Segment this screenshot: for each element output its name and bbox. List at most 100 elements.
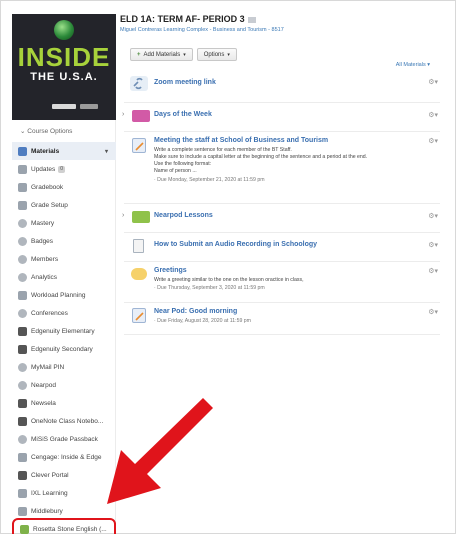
gear-icon[interactable]: ⚙▾	[428, 137, 438, 145]
sidebar-item-label: OneNote Class Notebo...	[31, 417, 104, 425]
assignment-icon	[132, 138, 146, 153]
sidebar-item-label: Members	[31, 255, 59, 263]
gear-icon[interactable]: ⚙▾	[428, 267, 438, 275]
chevron-right-icon[interactable]: ›	[122, 111, 124, 118]
list-item[interactable]: Near Pod: Good morning · Due Friday, Aug…	[120, 303, 444, 333]
due-date: · Due Monday, September 21, 2020 at 11:5…	[154, 177, 265, 183]
sidebar-item-conferences[interactable]: Conferences	[12, 304, 116, 322]
sidebar-item-analytics[interactable]: Analytics	[12, 268, 116, 286]
caret-down-icon: ▾	[227, 51, 230, 58]
description-line: Use the following format:	[154, 161, 212, 167]
link-icon	[130, 76, 148, 91]
sidebar-item-label: MiSiS Grade Passback	[31, 435, 98, 443]
sidebar-item-label: Nearpod	[31, 381, 56, 389]
cover-subtitle: THE U.S.A.	[30, 71, 98, 83]
updates-count-badge: 0	[58, 165, 65, 173]
folder-icon	[132, 211, 150, 223]
page-icon	[133, 239, 144, 253]
sidebar-item-label: Badges	[31, 237, 54, 245]
updates-icon	[18, 164, 27, 174]
sidebar-item-gradebook[interactable]: Gradebook	[12, 178, 116, 196]
sidebar-item-label: Materials	[31, 147, 60, 155]
divider	[124, 334, 440, 335]
sidebar-item-edgenuity-secondary[interactable]: Edgenuity Secondary	[12, 340, 116, 358]
list-item[interactable]: › Days of the Week ⚙▾	[120, 103, 444, 131]
list-item[interactable]: › Nearpod Lessons ⚙▾	[120, 204, 444, 232]
sidebar-item-workload-planning[interactable]: Workload Planning	[12, 286, 116, 304]
course-options-label: Course Options	[27, 128, 73, 135]
course-info-icon	[247, 16, 256, 23]
rosetta-icon	[20, 524, 29, 534]
material-title[interactable]: Nearpod Lessons	[154, 212, 213, 219]
sidebar-item-label: Clever Portal	[31, 471, 69, 479]
sidebar-item-members[interactable]: Members	[12, 250, 116, 268]
chevron-down-icon: ▾	[104, 148, 108, 155]
material-title[interactable]: Greetings	[154, 267, 187, 274]
material-title[interactable]: Meeting the staff at School of Business …	[154, 137, 328, 144]
mastery-icon	[18, 218, 27, 228]
sidebar-item-label: Grade Setup	[31, 201, 68, 209]
material-title[interactable]: How to Submit an Audio Recording in Scho…	[154, 241, 317, 248]
sidebar-item-badges[interactable]: Badges	[12, 232, 116, 250]
mymail-icon	[18, 362, 27, 372]
material-title[interactable]: Days of the Week	[154, 111, 212, 118]
description-line: Write a greeting similar to the one on t…	[154, 277, 304, 283]
list-item[interactable]: Greetings Write a greeting similar to th…	[120, 262, 444, 302]
members-icon	[18, 254, 27, 264]
list-item[interactable]: Meeting the staff at School of Business …	[120, 132, 444, 192]
sidebar-item-rosetta-stone[interactable]: Rosetta Stone English (...	[12, 518, 116, 534]
sidebar-item-label: Gradebook	[31, 183, 64, 191]
sidebar-item-mastery[interactable]: Mastery	[12, 214, 116, 232]
ixl-icon	[18, 488, 27, 498]
cover-title: INSIDE	[17, 42, 111, 72]
globe-icon	[54, 20, 74, 40]
gradebook-icon	[18, 182, 27, 192]
sidebar-item-updates[interactable]: Updates 0	[12, 160, 116, 178]
workload-icon	[18, 290, 27, 300]
gear-icon[interactable]: ⚙▾	[428, 241, 438, 249]
gear-icon[interactable]: ⚙▾	[428, 78, 438, 86]
due-date: · Due Friday, August 28, 2020 at 11:59 p…	[154, 318, 251, 324]
chevron-right-icon[interactable]: ›	[122, 212, 124, 219]
onenote-icon	[18, 416, 27, 426]
caret-down-icon: ▾	[183, 51, 186, 58]
sidebar-item-grade-setup[interactable]: Grade Setup	[12, 196, 116, 214]
sidebar-item-materials[interactable]: Materials ▾	[12, 142, 116, 160]
description-line: Write a complete sentence for each membe…	[154, 147, 292, 153]
gear-icon[interactable]: ⚙▾	[428, 308, 438, 316]
misis-icon	[18, 434, 27, 444]
description-line: Make sure to include a capital letter at…	[154, 154, 368, 160]
course-options-link[interactable]: ⌄ Course Options	[12, 124, 116, 139]
nearpod-icon	[18, 380, 27, 390]
gear-icon[interactable]: ⚙▾	[428, 111, 438, 119]
options-button[interactable]: Options ▾	[196, 48, 237, 61]
red-arrow-annotation	[107, 398, 213, 504]
course-cover-image: INSIDE THE U.S.A.	[12, 14, 116, 120]
badges-icon	[18, 236, 27, 246]
add-materials-button[interactable]: + Add Materials ▾	[130, 48, 193, 61]
sidebar-item-label: Updates	[31, 165, 56, 173]
material-title[interactable]: Zoom meeting link	[154, 79, 216, 86]
options-label: Options	[203, 51, 225, 58]
edgenuity-icon	[18, 326, 27, 336]
gear-icon[interactable]: ⚙▾	[428, 212, 438, 220]
sidebar-item-label: Analytics	[31, 273, 58, 281]
clever-icon	[18, 470, 27, 480]
edgenuity-icon	[18, 344, 27, 354]
course-subtitle[interactable]: Miguel Contreras Learning Complex - Busi…	[120, 27, 284, 33]
cengage-icon	[18, 452, 27, 462]
all-materials-filter[interactable]: All Materials ▾	[396, 62, 430, 68]
newsela-icon	[18, 398, 27, 408]
due-date-text: Due Monday, September 21, 2020 at 11:59 …	[157, 177, 265, 183]
sidebar-item-label: Conferences	[31, 309, 68, 317]
plus-icon: +	[137, 51, 141, 58]
folder-icon	[132, 110, 150, 122]
list-item[interactable]: How to Submit an Audio Recording in Scho…	[120, 233, 444, 261]
sidebar-item-mymail-pin[interactable]: MyMail PIN	[12, 358, 116, 376]
sidebar-item-label: MyMail PIN	[31, 363, 65, 371]
material-title[interactable]: Near Pod: Good morning	[154, 308, 237, 315]
page-title: ELD 1A: TERM AF- PERIOD 3	[120, 14, 256, 24]
sidebar-item-edgenuity-elementary[interactable]: Edgenuity Elementary	[12, 322, 116, 340]
materials-toolbar: + Add Materials ▾ Options ▾	[130, 48, 237, 61]
list-item[interactable]: Zoom meeting link ⚙▾	[120, 70, 444, 102]
